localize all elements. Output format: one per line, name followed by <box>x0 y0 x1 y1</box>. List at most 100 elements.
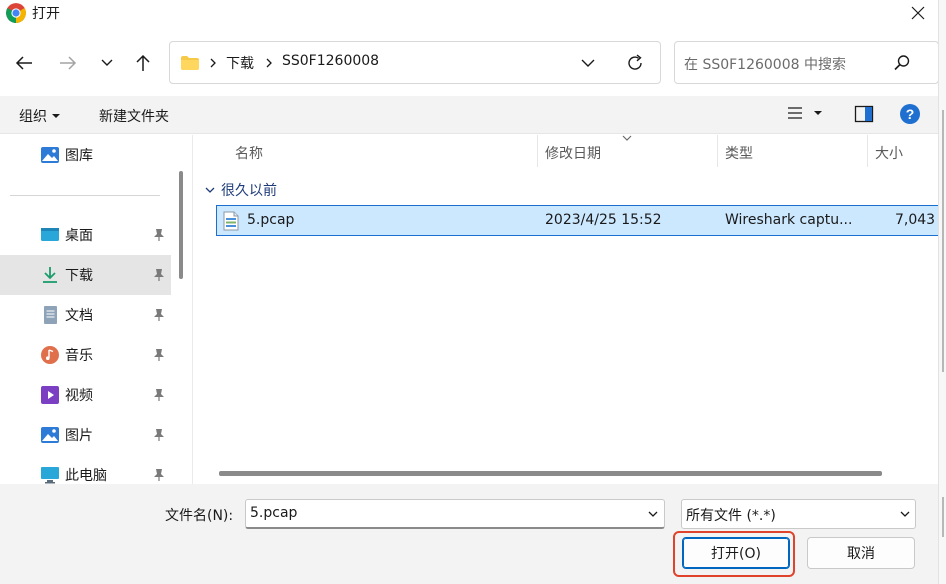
gallery-icon <box>40 145 60 165</box>
dialog-footer: 文件名(N): 5.pcap 所有文件 (*.*) 打开(O) 取消 <box>0 484 938 584</box>
sidebar-item-downloads[interactable]: 下载 <box>0 255 171 295</box>
filename-history-dropdown[interactable] <box>646 508 660 520</box>
address-history-dropdown[interactable] <box>580 54 596 72</box>
sidebar-item-music[interactable]: 音乐 <box>0 335 171 375</box>
sidebar-item-this-pc[interactable]: 此电脑 <box>0 455 171 484</box>
pin-icon <box>153 388 165 402</box>
close-button[interactable] <box>898 0 938 26</box>
chevron-right-icon[interactable] <box>264 54 274 72</box>
group-label: 很久以前 <box>221 183 277 199</box>
filetype-select[interactable]: 所有文件 (*.*) <box>681 499 916 529</box>
refresh-button[interactable] <box>625 53 645 73</box>
column-header-type[interactable]: 类型 <box>725 143 753 163</box>
open-button[interactable]: 打开(O) <box>682 537 790 569</box>
capture-file-icon <box>223 211 239 231</box>
filename-value: 5.pcap <box>250 505 298 521</box>
file-type-cell: Wireshark captu... <box>725 212 853 228</box>
caret-down-icon <box>52 114 60 118</box>
group-header[interactable]: 很久以前 <box>205 180 277 200</box>
filename-label: 文件名(N): <box>165 508 234 524</box>
search-icon[interactable] <box>893 54 911 72</box>
column-header-size[interactable]: 大小 <box>875 143 903 163</box>
file-list: 名称 修改日期 类型 大小 很久以前 5.pcap 2023/4/25 15:5… <box>192 133 939 484</box>
arrow-right-icon <box>60 56 77 70</box>
sidebar-item-label: 图库 <box>65 148 93 164</box>
svg-text:?: ? <box>906 106 915 122</box>
pin-icon <box>153 268 165 282</box>
organize-menu-button[interactable]: 组织 <box>19 106 61 126</box>
arrow-left-icon <box>15 56 32 70</box>
pin-icon <box>153 228 165 242</box>
sidebar-item-label: 桌面 <box>65 228 93 244</box>
chevron-down-icon <box>101 59 113 66</box>
document-icon <box>40 305 60 325</box>
search-input[interactable]: 在 SS0F1260008 中搜索 <box>674 41 939 84</box>
computer-icon <box>40 465 60 484</box>
sidebar-item-videos[interactable]: 视频 <box>0 375 171 415</box>
filetype-value: 所有文件 (*.*) <box>686 508 776 524</box>
pin-icon <box>153 348 165 362</box>
column-separator[interactable] <box>537 135 538 167</box>
chevron-down-icon <box>581 59 595 67</box>
sidebar-item-label: 图片 <box>65 428 93 444</box>
background-scrollbar <box>942 110 944 372</box>
column-header-modified[interactable]: 修改日期 <box>545 143 601 163</box>
preview-pane-button[interactable] <box>854 105 874 123</box>
preview-pane-icon <box>854 105 874 123</box>
pin-icon <box>153 428 165 442</box>
column-separator[interactable] <box>717 135 718 167</box>
new-folder-button[interactable]: 新建文件夹 <box>99 106 169 126</box>
chevron-down-icon <box>900 511 910 517</box>
sidebar-item-label: 音乐 <box>65 348 93 364</box>
chevron-right-icon[interactable] <box>208 54 218 72</box>
sidebar-item-desktop[interactable]: 桌面 <box>0 215 171 255</box>
chevron-down-icon <box>648 511 658 517</box>
title-bar: 打开 <box>0 0 946 26</box>
sidebar-item-documents[interactable]: 文档 <box>0 295 171 335</box>
recent-locations-button[interactable] <box>93 49 121 77</box>
search-placeholder: 在 SS0F1260008 中搜索 <box>684 57 846 73</box>
list-view-icon <box>788 107 802 119</box>
sidebar-item-pictures[interactable]: 图片 <box>0 415 171 455</box>
arrow-up-icon <box>136 54 150 71</box>
column-header-name[interactable]: 名称 <box>235 143 263 163</box>
sidebar-item-label: 文档 <box>65 308 93 324</box>
chevron-down-icon <box>205 187 215 193</box>
sidebar-item-label: 视频 <box>65 388 93 404</box>
navigation-pane: 图库 桌面 下载 文档 音乐 视频 图片 此电脑 <box>0 135 190 484</box>
close-icon <box>911 6 925 20</box>
folder-icon <box>180 55 200 71</box>
file-size-cell: 7,043 <box>895 212 936 228</box>
forward-button[interactable] <box>54 49 82 77</box>
help-icon: ? <box>900 104 920 124</box>
address-bar[interactable]: 下载 SS0F1260008 <box>169 41 661 84</box>
up-button[interactable] <box>129 49 157 77</box>
music-icon <box>40 345 60 365</box>
background-scrollbar <box>942 497 944 537</box>
filetype-dropdown[interactable] <box>898 508 912 520</box>
table-row[interactable]: 5.pcap 2023/4/25 15:52 Wireshark captu..… <box>216 205 939 236</box>
view-options-button[interactable] <box>787 106 823 120</box>
video-icon <box>40 385 60 405</box>
file-modified-cell: 2023/4/25 15:52 <box>545 212 662 228</box>
cancel-button[interactable]: 取消 <box>807 537 915 569</box>
sidebar-scrollbar[interactable] <box>179 171 183 279</box>
column-separator[interactable] <box>867 135 868 167</box>
pin-icon <box>153 308 165 322</box>
sort-descending-icon <box>621 133 633 143</box>
window-title: 打开 <box>32 6 60 22</box>
organize-label: 组织 <box>19 109 47 125</box>
sidebar-item-label: 下载 <box>65 268 93 284</box>
breadcrumb-current-folder[interactable]: SS0F1260008 <box>282 53 379 69</box>
file-name-cell: 5.pcap <box>247 212 295 228</box>
breadcrumb-downloads[interactable]: 下载 <box>226 53 254 73</box>
back-button[interactable] <box>10 49 38 77</box>
download-icon <box>40 265 60 285</box>
sidebar-item-gallery[interactable]: 图库 <box>0 135 171 175</box>
horizontal-scrollbar[interactable] <box>219 471 882 476</box>
chrome-icon <box>6 3 26 23</box>
sidebar-item-label: 此电脑 <box>65 468 107 484</box>
help-button[interactable]: ? <box>899 103 921 125</box>
filename-input[interactable]: 5.pcap <box>245 499 665 529</box>
sidebar-divider <box>10 195 160 196</box>
